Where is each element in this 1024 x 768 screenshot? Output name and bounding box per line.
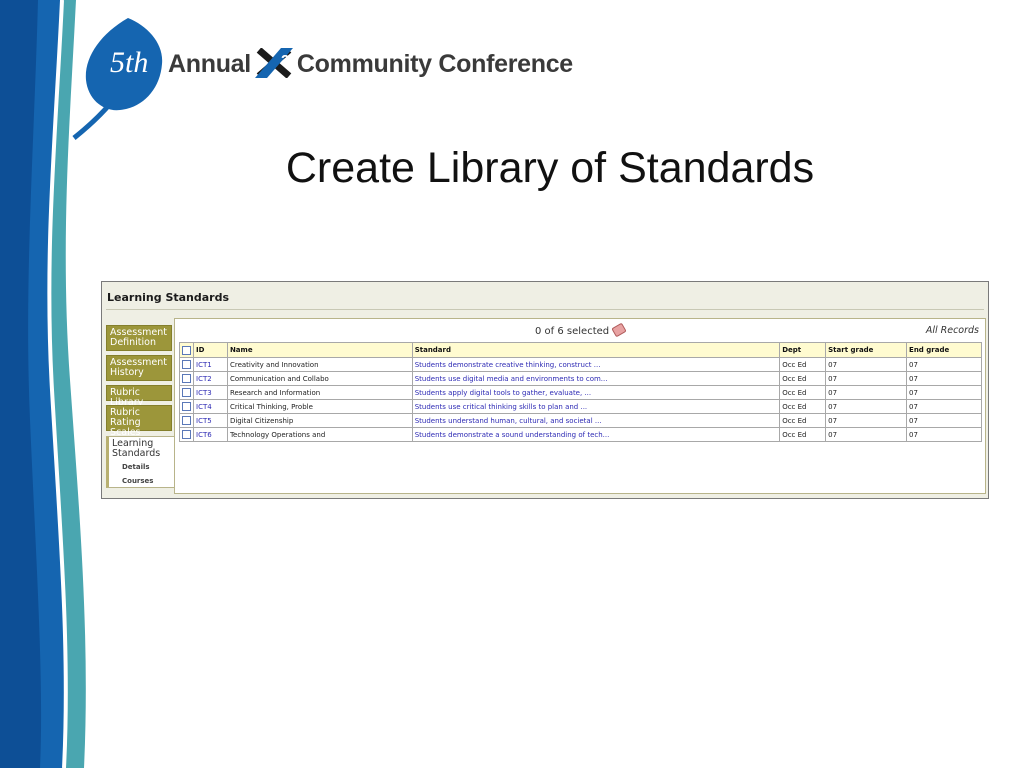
- eraser-icon[interactable]: [611, 322, 627, 338]
- table-row[interactable]: ICT4 Critical Thinking, Proble Students …: [179, 399, 982, 414]
- cell-end-grade: 07: [906, 371, 982, 386]
- cell-dept: Occ Ed: [779, 427, 827, 442]
- table-row[interactable]: ICT3 Research and Information Students a…: [179, 385, 982, 400]
- cell-name: Communication and Collabo: [226, 371, 413, 386]
- records-content: 0 of 6 selected All Records ID Name Stan…: [174, 318, 986, 494]
- cell-start-grade: 07: [825, 413, 908, 428]
- slide-title: Create Library of Standards: [285, 144, 815, 192]
- column-header-start-grade[interactable]: Start grade: [825, 342, 908, 358]
- cell-standard[interactable]: Students apply digital tools to gather, …: [411, 385, 781, 400]
- logo-text-annual: Annual: [168, 50, 251, 78]
- cell-dept: Occ Ed: [779, 399, 827, 414]
- cell-dept: Occ Ed: [779, 413, 827, 428]
- cell-end-grade: 07: [906, 385, 982, 400]
- cell-start-grade: 07: [825, 399, 908, 414]
- cell-name: Digital Citizenship: [226, 413, 413, 428]
- cell-end-grade: 07: [906, 357, 982, 372]
- cell-id[interactable]: ICT5: [193, 413, 228, 428]
- svg-text:2: 2: [281, 52, 289, 69]
- tab-learning-standards[interactable]: Learning Standards Details Courses: [106, 436, 174, 488]
- cell-name: Critical Thinking, Proble: [226, 399, 413, 414]
- cell-name: Technology Operations and: [226, 427, 413, 442]
- column-header-dept[interactable]: Dept: [779, 342, 827, 358]
- row-checkbox[interactable]: [179, 399, 194, 414]
- cell-id[interactable]: ICT2: [193, 371, 228, 386]
- row-checkbox[interactable]: [179, 371, 194, 386]
- cell-standard[interactable]: Students demonstrate creative thinking, …: [411, 357, 781, 372]
- cell-start-grade: 07: [825, 427, 908, 442]
- cell-id[interactable]: ICT1: [193, 357, 228, 372]
- subtab-courses[interactable]: Courses: [122, 476, 171, 486]
- cell-start-grade: 07: [825, 371, 908, 386]
- column-header-name[interactable]: Name: [226, 342, 413, 358]
- selection-count: 0 of 6 selected: [535, 322, 627, 338]
- cell-id[interactable]: ICT3: [193, 385, 228, 400]
- table-header-row: ID Name Standard Dept Start grade End gr…: [179, 342, 982, 358]
- cell-standard[interactable]: Students use digital media and environme…: [411, 371, 781, 386]
- cell-standard[interactable]: Students understand human, cultural, and…: [411, 413, 781, 428]
- subtab-details[interactable]: Details: [122, 462, 171, 472]
- row-checkbox[interactable]: [179, 385, 194, 400]
- logo-superscript: 5th: [110, 46, 148, 79]
- select-all-checkbox[interactable]: [179, 342, 194, 358]
- standards-table: ID Name Standard Dept Start grade End gr…: [179, 342, 982, 442]
- tab-assessment-history[interactable]: Assessment History: [106, 355, 172, 381]
- row-checkbox[interactable]: [179, 413, 194, 428]
- cell-id[interactable]: ICT4: [193, 399, 228, 414]
- cell-dept: Occ Ed: [779, 385, 827, 400]
- cell-end-grade: 07: [906, 427, 982, 442]
- cell-id[interactable]: ICT6: [193, 427, 228, 442]
- table-row[interactable]: ICT1 Creativity and Innovation Students …: [179, 357, 982, 372]
- column-header-standard[interactable]: Standard: [411, 342, 781, 358]
- row-checkbox[interactable]: [179, 427, 194, 442]
- cell-dept: Occ Ed: [779, 371, 827, 386]
- selection-bar: 0 of 6 selected All Records: [175, 322, 985, 339]
- column-header-id[interactable]: ID: [193, 342, 228, 358]
- conference-logo: 5th Annual 2 Community Conference: [70, 14, 610, 144]
- cell-start-grade: 07: [825, 385, 908, 400]
- column-header-end-grade[interactable]: End grade: [906, 342, 982, 358]
- panel-title: Learning Standards: [107, 291, 230, 304]
- cell-start-grade: 07: [825, 357, 908, 372]
- logo-text-conference: Community Conference: [296, 50, 573, 78]
- cell-end-grade: 07: [906, 413, 982, 428]
- learning-standards-panel: Learning Standards Assessment Definition…: [101, 281, 989, 499]
- tab-rubric-library[interactable]: Rubric Library: [106, 385, 172, 408]
- panel-divider: [106, 309, 984, 310]
- table-row[interactable]: ICT6 Technology Operations and Students …: [179, 427, 982, 442]
- x2-icon: 2: [251, 47, 297, 79]
- cell-name: Creativity and Innovation: [226, 357, 413, 372]
- row-checkbox[interactable]: [179, 357, 194, 372]
- tab-rubric-rating-scales[interactable]: Rubric Rating Scales: [106, 405, 172, 438]
- tab-assessment-definition[interactable]: Assessment Definition: [106, 325, 172, 351]
- view-label[interactable]: All Records: [926, 325, 979, 336]
- cell-end-grade: 07: [906, 399, 982, 414]
- cell-name: Research and Information: [226, 385, 413, 400]
- cell-standard[interactable]: Students demonstrate a sound understandi…: [411, 427, 781, 442]
- table-row[interactable]: ICT5 Digital Citizenship Students unders…: [179, 413, 982, 428]
- table-row[interactable]: ICT2 Communication and Collabo Students …: [179, 371, 982, 386]
- cell-standard[interactable]: Students use critical thinking skills to…: [411, 399, 781, 414]
- cell-dept: Occ Ed: [779, 357, 827, 372]
- leaf-logo-icon: 5th: [72, 18, 163, 140]
